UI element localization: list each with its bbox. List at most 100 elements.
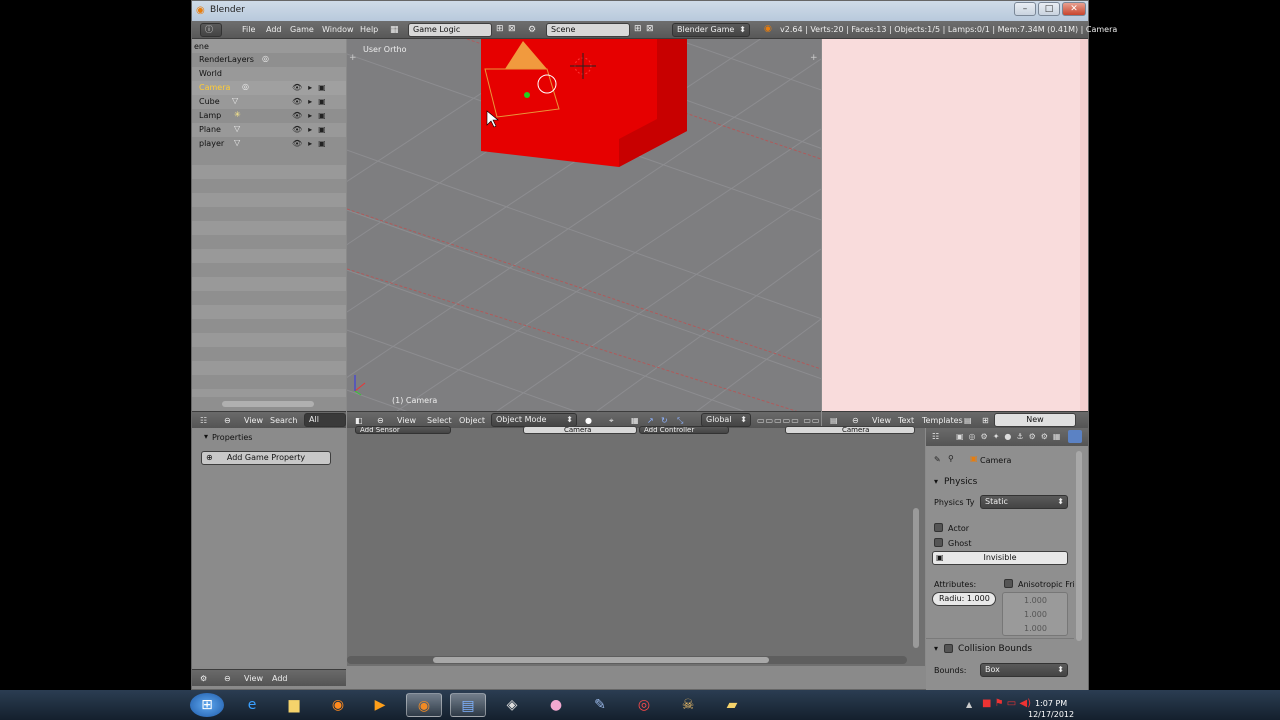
manipulator-rotate-icon[interactable]: ↻: [661, 416, 668, 425]
render-engine-select[interactable]: Blender Game ⬍: [672, 23, 750, 37]
menu-file[interactable]: File: [242, 25, 255, 34]
toolshelf-toggle-icon[interactable]: +: [349, 53, 357, 63]
anisotropic-checkbox[interactable]: [1004, 579, 1013, 588]
visibility-icons[interactable]: 👁▸▣: [292, 97, 332, 107]
outliner-item-lamp[interactable]: Lamp ✳ 👁▸▣: [192, 109, 346, 123]
logic-view-menu[interactable]: View: [244, 674, 263, 683]
text-view-menu[interactable]: View: [872, 416, 891, 425]
outliner-item-plane[interactable]: Plane ▽ 👁▸▣: [192, 123, 346, 137]
anisotropic-z-value[interactable]: 1.000: [1024, 624, 1047, 633]
3d-viewport[interactable]: User Ortho (1) Camera + +: [347, 39, 821, 411]
menu-game[interactable]: Game: [290, 25, 314, 34]
invisible-toggle[interactable]: ▣ Invisible: [932, 551, 1068, 565]
tray-icons[interactable]: ■ ⚑ ▭ ◀): [982, 698, 1031, 709]
add-text-icon[interactable]: ⊞: [982, 416, 989, 425]
bounds-select[interactable]: Box ⬍: [980, 663, 1068, 677]
manipulator-scale-icon[interactable]: ⤡: [677, 416, 683, 426]
editor-type-logic-icon[interactable]: ⚙: [200, 674, 207, 683]
menu-help[interactable]: Help: [360, 25, 378, 34]
file-explorer-icon[interactable]: ▆: [276, 693, 312, 717]
collision-bounds-checkbox[interactable]: [944, 644, 953, 653]
panel-collapse-icon[interactable]: ▾: [934, 477, 938, 486]
editor-type-outliner-icon[interactable]: ☷: [200, 416, 207, 425]
add-scene-icon[interactable]: ⊞: [634, 24, 642, 34]
paint-app-icon[interactable]: ●: [538, 693, 574, 717]
list-item[interactable]: ene: [192, 39, 346, 53]
viewport-shading-icon[interactable]: ●: [585, 416, 592, 425]
new-text-button[interactable]: New: [994, 413, 1076, 427]
blender-taskbar-icon[interactable]: ◉: [406, 693, 442, 717]
visibility-icons[interactable]: 👁▸▣: [292, 125, 332, 135]
add-controller-button[interactable]: Add Controller: [639, 426, 729, 434]
outliner-display-mode[interactable]: All Scenes: [304, 413, 346, 436]
start-button[interactable]: ⊞: [190, 693, 224, 717]
properties-context-icons[interactable]: ▣◎⚙✦●⚓⚙⚙▦: [956, 432, 1065, 441]
outliner-view-menu[interactable]: View: [244, 416, 263, 425]
ghost-checkbox[interactable]: [934, 538, 943, 547]
radio-app-icon[interactable]: ◎: [626, 693, 662, 717]
panel-collapse-icon[interactable]: ▾: [934, 644, 938, 653]
proportional-edit-icon[interactable]: ▦: [631, 416, 639, 425]
panel-collapse-icon[interactable]: ▾: [204, 432, 208, 441]
outliner-item-cube[interactable]: Cube ▽ 👁▸▣: [192, 95, 346, 109]
outliner-item-camera[interactable]: Camera ◎ 👁▸▣: [192, 81, 346, 95]
add-sensor-button[interactable]: Add Sensor: [355, 426, 451, 434]
anisotropic-y-value[interactable]: 1.000: [1024, 610, 1047, 619]
text-editor-scrollbar[interactable]: [1080, 39, 1088, 411]
firefox-icon[interactable]: ◉: [320, 693, 356, 717]
tray-expand-icon[interactable]: ▲: [966, 700, 972, 709]
menu-window[interactable]: Window: [322, 25, 354, 34]
outliner-item-renderlayers[interactable]: RenderLayers ◎: [192, 53, 346, 67]
transform-orientation-select[interactable]: Global ⬍: [701, 413, 751, 427]
properties-scrollbar[interactable]: [1076, 451, 1082, 641]
screen-layout-field[interactable]: Game Logic: [408, 23, 492, 37]
viewport-view-menu[interactable]: View: [397, 416, 416, 425]
physics-type-select[interactable]: Static ⬍: [980, 495, 1068, 509]
visibility-icons[interactable]: 👁▸▣: [292, 83, 332, 93]
visibility-icons[interactable]: 👁▸▣: [292, 139, 332, 149]
layer-buttons[interactable]: ▭▭▭▭▭ ▭▭: [757, 416, 820, 425]
minimize-button[interactable]: –: [1014, 2, 1036, 16]
taskbar-clock[interactable]: 1:07 PM 12/17/2012: [1028, 698, 1074, 720]
physics-tab-icon[interactable]: [1068, 430, 1082, 443]
media-player-icon[interactable]: ▶: [362, 693, 398, 717]
actor-checkbox[interactable]: [934, 523, 943, 532]
manipulator-translate-icon[interactable]: ↗: [647, 416, 654, 425]
outliner-scrollbar[interactable]: [222, 401, 314, 407]
collapse-icon[interactable]: ⊖: [377, 416, 384, 425]
outliner-item-player[interactable]: player ▽ 👁▸▣: [192, 137, 346, 151]
visibility-icons[interactable]: 👁▸▣: [292, 111, 332, 121]
delete-layout-icon[interactable]: ⊠: [508, 24, 516, 34]
add-layout-icon[interactable]: ⊞: [496, 24, 504, 34]
folder-app-icon[interactable]: ▰: [714, 693, 750, 717]
logic-editor-area[interactable]: Add Sensor Camera Add Controller Camera: [347, 426, 925, 666]
internet-explorer-icon[interactable]: e: [234, 693, 270, 717]
maximize-button[interactable]: □: [1038, 2, 1060, 16]
menu-add[interactable]: Add: [266, 25, 282, 34]
viewport-select-menu[interactable]: Select: [427, 416, 452, 425]
scene-icon[interactable]: ⚙: [528, 25, 536, 35]
video-editor-icon[interactable]: ▤: [450, 693, 486, 717]
unity-icon[interactable]: ◈: [494, 693, 530, 717]
object-mode-select[interactable]: Object Mode ⬍: [491, 413, 577, 427]
delete-scene-icon[interactable]: ⊠: [646, 24, 654, 34]
close-button[interactable]: ✕: [1062, 2, 1086, 16]
text-editor-area[interactable]: [822, 39, 1088, 411]
pivot-point-icon[interactable]: ⌖: [609, 416, 614, 426]
cube-object[interactable]: [481, 39, 687, 167]
screen-layout-icon[interactable]: ▦: [390, 25, 399, 35]
logic-vertical-scrollbar[interactable]: [913, 508, 919, 648]
anisotropic-x-value[interactable]: 1.000: [1024, 596, 1047, 605]
editor-type-3dview-icon[interactable]: ◧: [355, 416, 363, 425]
radius-field[interactable]: Radiu: 1.000: [932, 592, 996, 606]
collapse-icon[interactable]: ⊖: [224, 674, 231, 683]
game-app-icon[interactable]: ☠: [670, 693, 706, 717]
viewport-object-menu[interactable]: Object: [459, 416, 485, 425]
pin-icon[interactable]: ✎: [934, 455, 941, 464]
outliner-item-world[interactable]: World: [192, 67, 346, 81]
add-game-property-button[interactable]: ⊕ Add Game Property: [201, 451, 331, 465]
logic-horizontal-scrollbar[interactable]: [433, 657, 769, 663]
scene-field[interactable]: Scene: [546, 23, 630, 37]
text-datablock-icon[interactable]: ▤: [964, 416, 972, 425]
outliner-search-menu[interactable]: Search: [270, 416, 297, 425]
